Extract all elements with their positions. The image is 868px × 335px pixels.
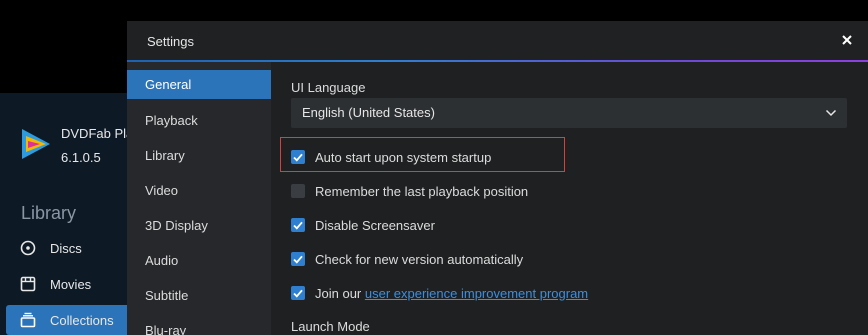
option-auto-start[interactable]: Auto start upon system startup: [291, 146, 491, 168]
settings-nav: General Playback Library Video 3D Displa…: [127, 62, 271, 335]
dialog-titlebar: Settings: [127, 21, 868, 61]
tab-library[interactable]: Library: [127, 141, 271, 170]
ui-language-value: English (United States): [302, 105, 435, 120]
chevron-down-icon: [825, 109, 837, 117]
option-check-updates[interactable]: Check for new version automatically: [291, 248, 523, 270]
ui-language-label: UI Language: [291, 80, 366, 95]
dvdfab-logo-icon: [22, 129, 50, 159]
disc-icon: [20, 240, 36, 256]
launch-mode-label: Launch Mode: [291, 319, 370, 334]
tab-video[interactable]: Video: [127, 176, 271, 205]
sidebar-item-label: Movies: [50, 276, 92, 292]
library-heading: Library: [21, 203, 77, 223]
sidebar-item-movies[interactable]: Movies: [6, 269, 140, 299]
option-label-prefix: Join our: [315, 285, 362, 301]
tab-3d-display[interactable]: 3D Display: [127, 211, 271, 240]
sidebar-item-collections[interactable]: Collections: [6, 305, 140, 335]
ui-language-select[interactable]: English (United States): [291, 98, 847, 128]
option-disable-screensaver[interactable]: Disable Screensaver: [291, 214, 435, 236]
tab-playback[interactable]: Playback: [127, 106, 271, 135]
checkbox-checked[interactable]: [291, 218, 305, 232]
sidebar-item-label: Discs: [50, 240, 82, 256]
checkbox-unchecked[interactable]: [291, 184, 305, 198]
improvement-program-link[interactable]: user experience improvement program: [365, 286, 588, 301]
option-label: Auto start upon system startup: [315, 149, 492, 165]
tab-subtitle[interactable]: Subtitle: [127, 281, 271, 310]
app-name: DVDFab Pla: [61, 126, 134, 141]
checkbox-checked[interactable]: [291, 286, 305, 300]
option-remember-position[interactable]: Remember the last playback position: [291, 180, 528, 202]
app-version: 6.1.0.5: [61, 150, 101, 165]
tab-audio[interactable]: Audio: [127, 246, 271, 275]
dialog-title: Settings: [147, 34, 194, 49]
checkbox-checked[interactable]: [291, 150, 305, 164]
tab-blu-ray[interactable]: Blu-ray: [127, 316, 271, 335]
settings-dialog: Settings General Playback Library Video …: [127, 21, 868, 335]
option-label: Remember the last playback position: [315, 183, 529, 199]
close-icon[interactable]: [839, 32, 855, 48]
tab-general[interactable]: General: [127, 70, 271, 99]
option-join-program[interactable]: Join our user experience improvement pro…: [291, 282, 588, 304]
collections-icon: [20, 312, 36, 328]
option-label: Disable Screensaver: [315, 217, 435, 233]
sidebar-item-label: Collections: [50, 312, 114, 328]
movie-icon: [20, 276, 36, 292]
checkbox-checked[interactable]: [291, 252, 305, 266]
sidebar-item-discs[interactable]: Discs: [6, 233, 140, 263]
option-label: Check for new version automatically: [315, 251, 524, 267]
settings-content: UI Language English (United States) Auto…: [271, 62, 868, 335]
option-label: Join our user experience improvement pro…: [315, 286, 588, 301]
